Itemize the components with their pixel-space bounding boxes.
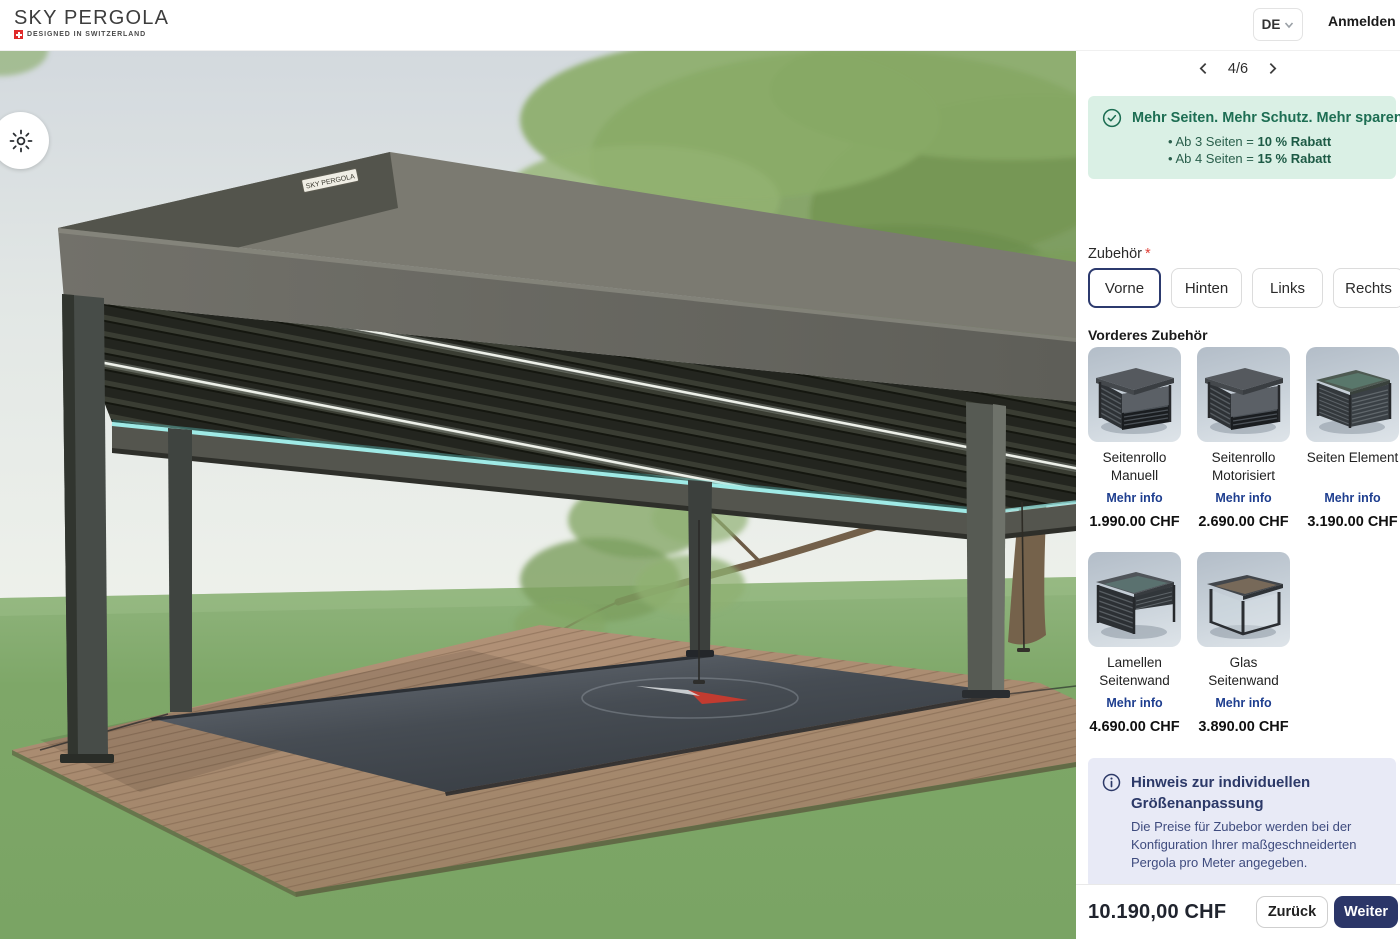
configurator-3d-viewport[interactable]: SKY PERGOLA xyxy=(0,50,1076,939)
product-price: 2.690.00 CHF xyxy=(1198,514,1288,530)
chevron-down-icon xyxy=(1284,20,1294,30)
config-sidebar: 4/6 Mehr Seiten. Mehr Schutz. Mehr spare… xyxy=(1076,50,1400,884)
product-name: Seiten Element xyxy=(1307,449,1399,485)
prev-step-button[interactable] xyxy=(1195,60,1212,77)
swiss-flag-icon xyxy=(14,30,23,39)
more-info-link[interactable]: Mehr info xyxy=(1215,491,1271,505)
product-name: SeitenrolloManuell xyxy=(1103,449,1167,485)
more-info-link[interactable]: Mehr info xyxy=(1324,491,1380,505)
sizing-notice-box: Hinweis zur individuellen Größenanpassun… xyxy=(1088,758,1396,888)
product-card-seiten-element[interactable]: Seiten Element Mehr info 3.190.00 CHF xyxy=(1306,347,1399,530)
more-info-link[interactable]: Mehr info xyxy=(1106,491,1162,505)
step-counter: 4/6 xyxy=(1228,61,1248,77)
notice-title: Hinweis zur individuellen Größenanpassun… xyxy=(1131,772,1341,814)
product-card-lamellen-seitenwand[interactable]: LamellenSeitenwand Mehr info 4.690.00 CH… xyxy=(1088,552,1181,735)
step-pagination: 4/6 xyxy=(1076,60,1400,77)
product-grid: SeitenrolloManuell Mehr info 1.990.00 CH… xyxy=(1088,347,1400,735)
side-button-vorne[interactable]: Vorne xyxy=(1088,268,1161,308)
product-thumbnail xyxy=(1306,347,1399,442)
product-price: 3.190.00 CHF xyxy=(1307,514,1397,530)
pergola-scene: SKY PERGOLA xyxy=(0,50,1076,939)
more-info-link[interactable]: Mehr info xyxy=(1215,696,1271,710)
more-info-link[interactable]: Mehr info xyxy=(1106,696,1162,710)
side-selector-group: Vorne Hinten Links Rechts xyxy=(1088,268,1400,308)
brand-logo: SKY PERGOLA DESIGNED IN SWITZERLAND xyxy=(14,7,169,39)
top-bar: SKY PERGOLA DESIGNED IN SWITZERLAND DE A… xyxy=(0,0,1400,51)
section-title: Vorderes Zubehör xyxy=(1088,327,1208,343)
discount-promo-box: Mehr Seiten. Mehr Schutz. Mehr sparen • … xyxy=(1088,96,1396,179)
product-name: SeitenrolloMotorisiert xyxy=(1212,449,1276,485)
product-price: 1.990.00 CHF xyxy=(1089,514,1179,530)
side-button-hinten[interactable]: Hinten xyxy=(1171,268,1242,308)
side-button-links[interactable]: Links xyxy=(1252,268,1323,308)
product-thumbnail xyxy=(1197,552,1290,647)
login-button[interactable]: Anmelden xyxy=(1322,12,1400,30)
side-button-rechts[interactable]: Rechts xyxy=(1333,268,1400,308)
language-selector[interactable]: DE xyxy=(1253,8,1303,41)
summary-footer: 10.190,00 CHF Zurück Weiter xyxy=(1076,884,1400,940)
total-price: 10.190,00 CHF xyxy=(1088,901,1226,924)
language-value: DE xyxy=(1262,17,1281,32)
promo-title: Mehr Seiten. Mehr Schutz. Mehr sparen xyxy=(1132,110,1400,126)
chevron-left-icon xyxy=(1197,62,1210,75)
product-thumbnail xyxy=(1088,552,1181,647)
product-card-seitenrollo-motorisiert[interactable]: SeitenrolloMotorisiert Mehr info 2.690.0… xyxy=(1197,347,1290,530)
product-price: 3.890.00 CHF xyxy=(1198,719,1288,735)
brand-tagline: DESIGNED IN SWITZERLAND xyxy=(27,31,146,38)
product-name: LamellenSeitenwand xyxy=(1099,654,1170,690)
required-asterisk: * xyxy=(1145,246,1151,262)
product-card-seitenrollo-manuell[interactable]: SeitenrolloManuell Mehr info 1.990.00 CH… xyxy=(1088,347,1181,530)
product-price: 4.690.00 CHF xyxy=(1089,719,1179,735)
info-icon xyxy=(1102,773,1121,792)
promo-bullet: • Ab 4 Seiten = 15 % Rabatt xyxy=(1168,150,1386,167)
product-thumbnail xyxy=(1197,347,1290,442)
accessory-label: Zubehör* xyxy=(1088,246,1151,262)
promo-bullet: • Ab 3 Seiten = 10 % Rabatt xyxy=(1168,133,1386,150)
check-circle-icon xyxy=(1102,108,1122,128)
back-button[interactable]: Zurück xyxy=(1256,896,1328,928)
notice-body: Die Preise für Zubebor werden bei der Ko… xyxy=(1131,818,1361,872)
product-card-glas-seitenwand[interactable]: GlasSeitenwand Mehr info 3.890.00 CHF xyxy=(1197,552,1290,735)
next-button[interactable]: Weiter xyxy=(1334,896,1398,928)
product-thumbnail xyxy=(1088,347,1181,442)
brand-name: SKY PERGOLA xyxy=(14,7,169,29)
chevron-right-icon xyxy=(1266,62,1279,75)
product-name: GlasSeitenwand xyxy=(1208,654,1279,690)
brightness-icon xyxy=(8,128,34,154)
next-step-button[interactable] xyxy=(1264,60,1281,77)
